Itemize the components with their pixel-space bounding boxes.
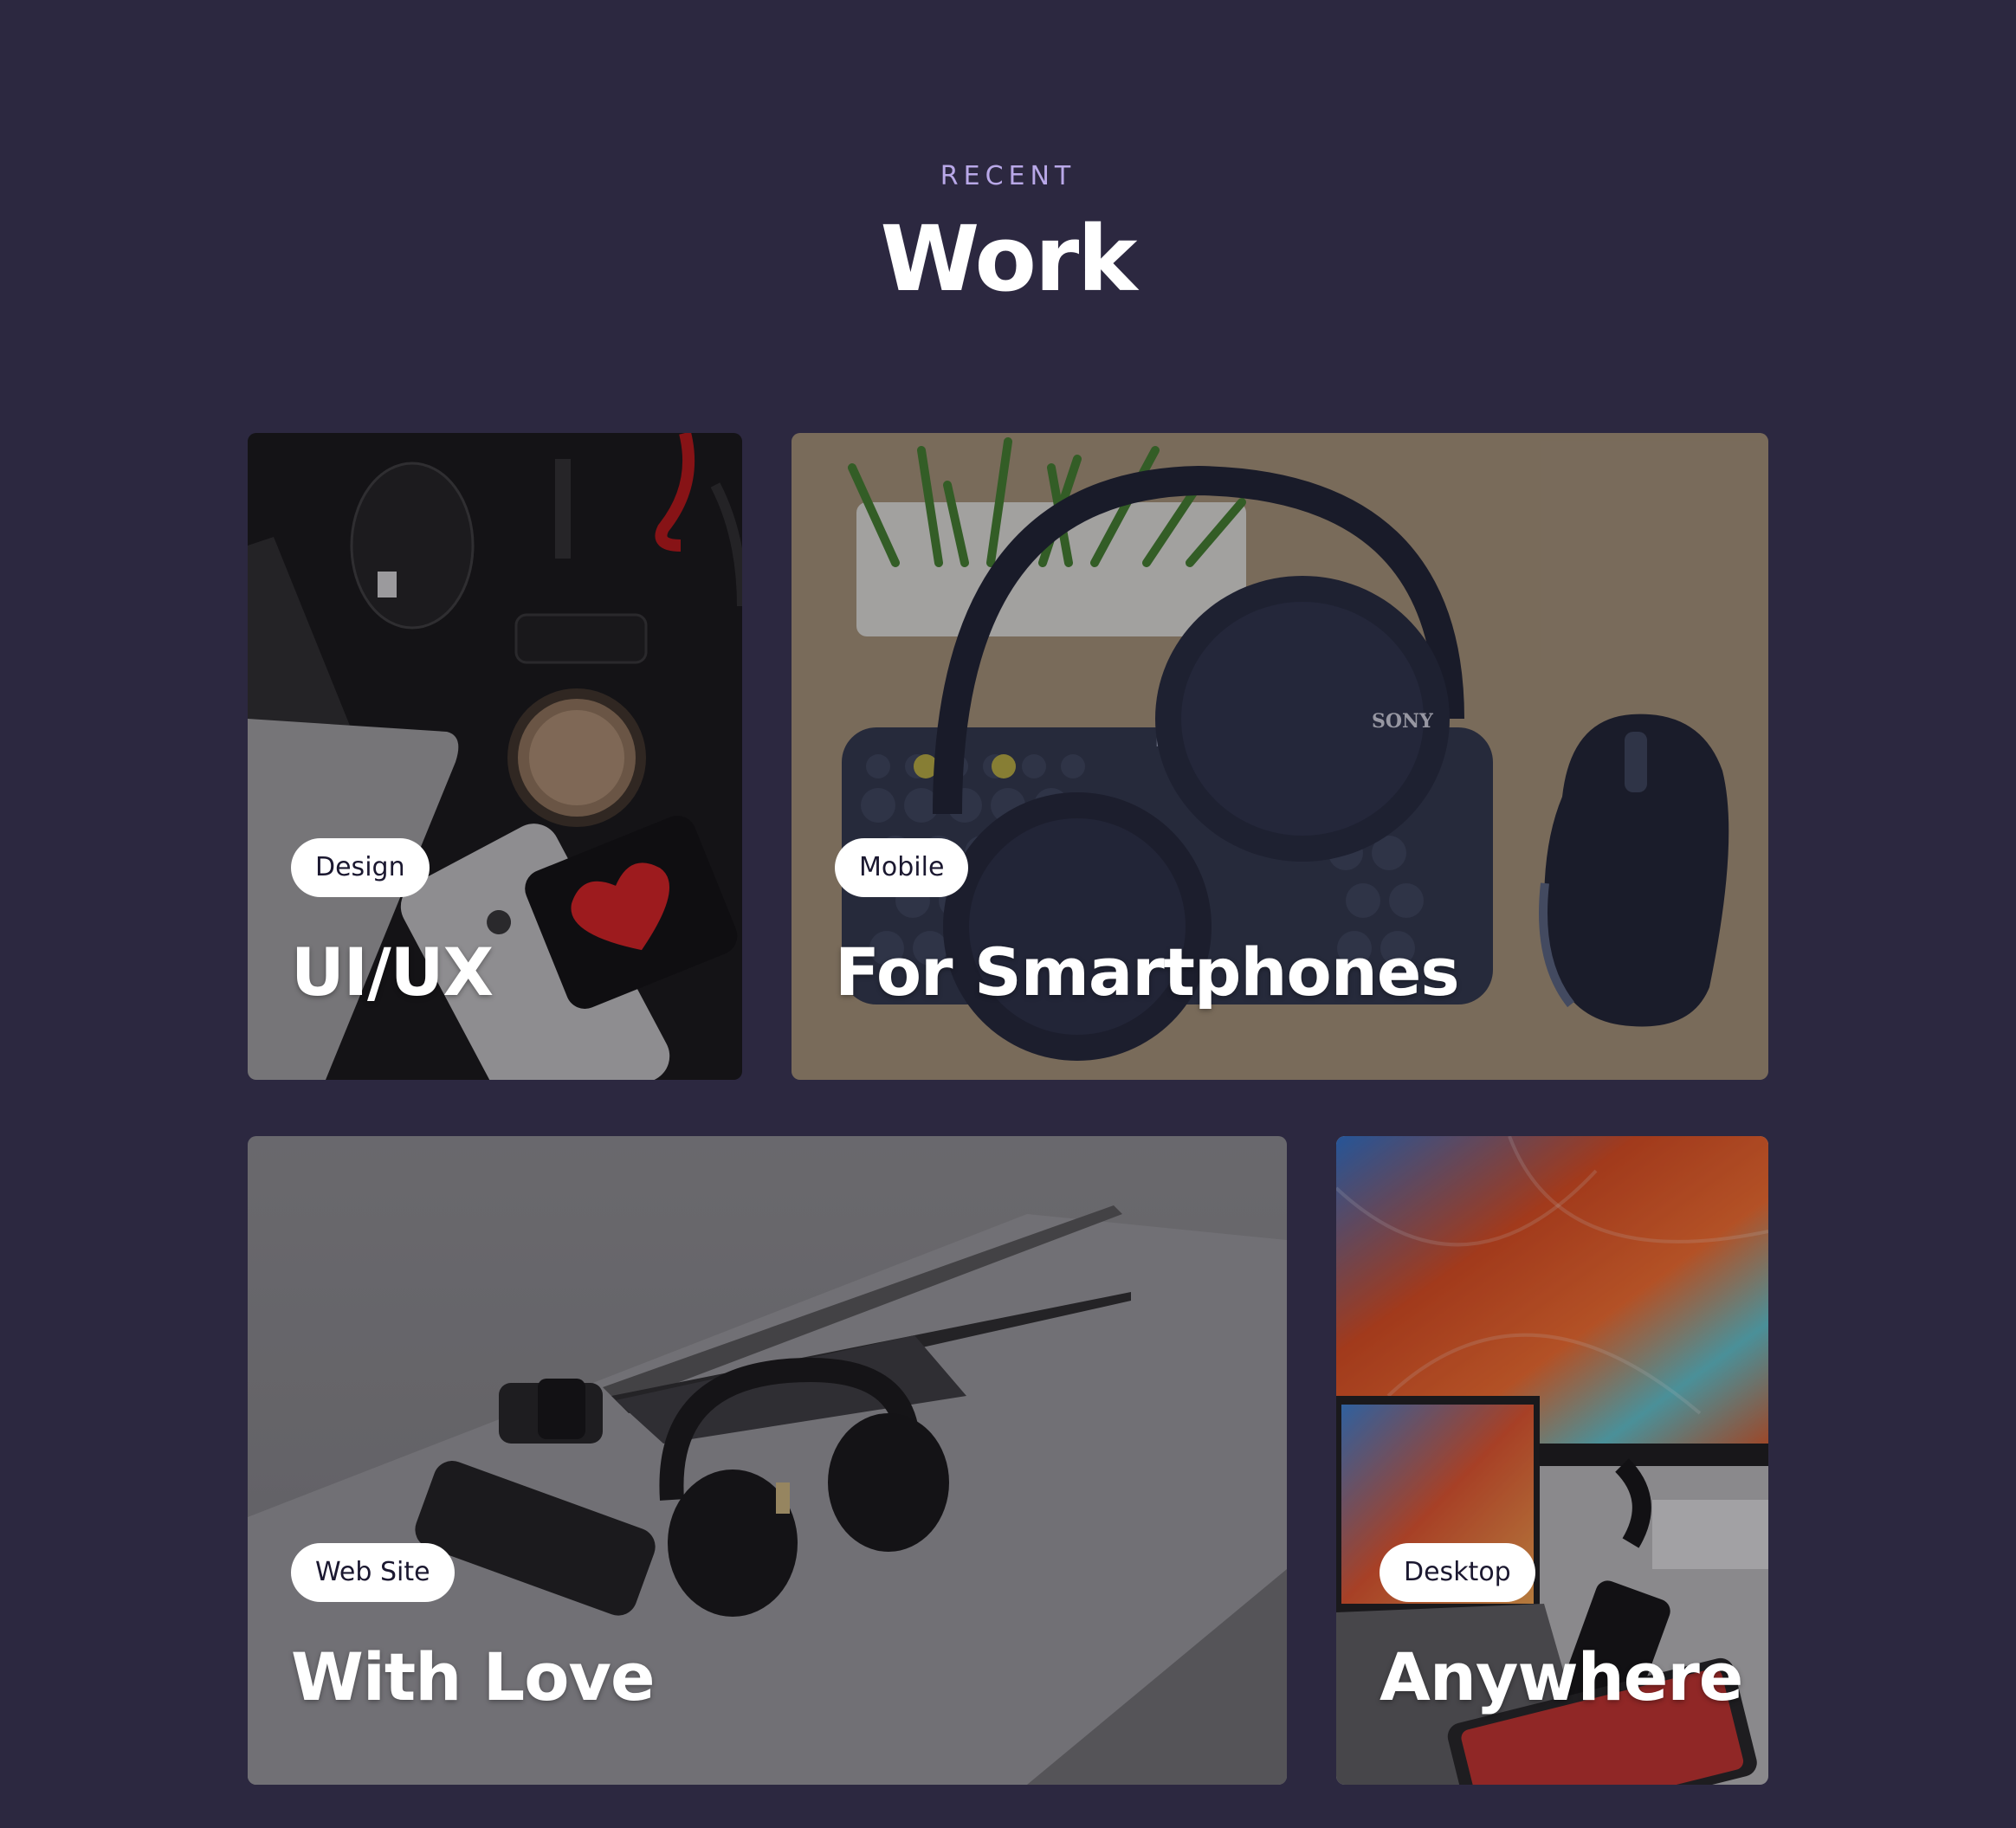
section-title: Work — [880, 206, 1138, 312]
work-card-with-love[interactable]: Web Site With Love — [248, 1136, 1287, 1785]
card-title-for-smartphones[interactable]: For Smartphones — [835, 933, 1460, 1011]
card-tag-mobile[interactable]: Mobile — [835, 838, 969, 897]
section-eyebrow: RECENT — [940, 161, 1076, 191]
work-card-ui-ux[interactable]: Design UI/UX — [248, 433, 742, 1080]
card-title-with-love[interactable]: With Love — [291, 1638, 656, 1715]
card-title-ui-ux[interactable]: UI/UX — [291, 933, 494, 1011]
work-card-anywhere[interactable]: Desktop Anywhere — [1336, 1136, 1768, 1785]
card-tag-design[interactable]: Design — [291, 838, 430, 897]
card-title-anywhere[interactable]: Anywhere — [1380, 1638, 1743, 1715]
card-tag-web-site[interactable]: Web Site — [291, 1543, 455, 1602]
card-tag-desktop[interactable]: Desktop — [1380, 1543, 1535, 1602]
work-card-for-smartphones[interactable]: logitech SONY Mobile For Smartphones — [792, 433, 1768, 1080]
